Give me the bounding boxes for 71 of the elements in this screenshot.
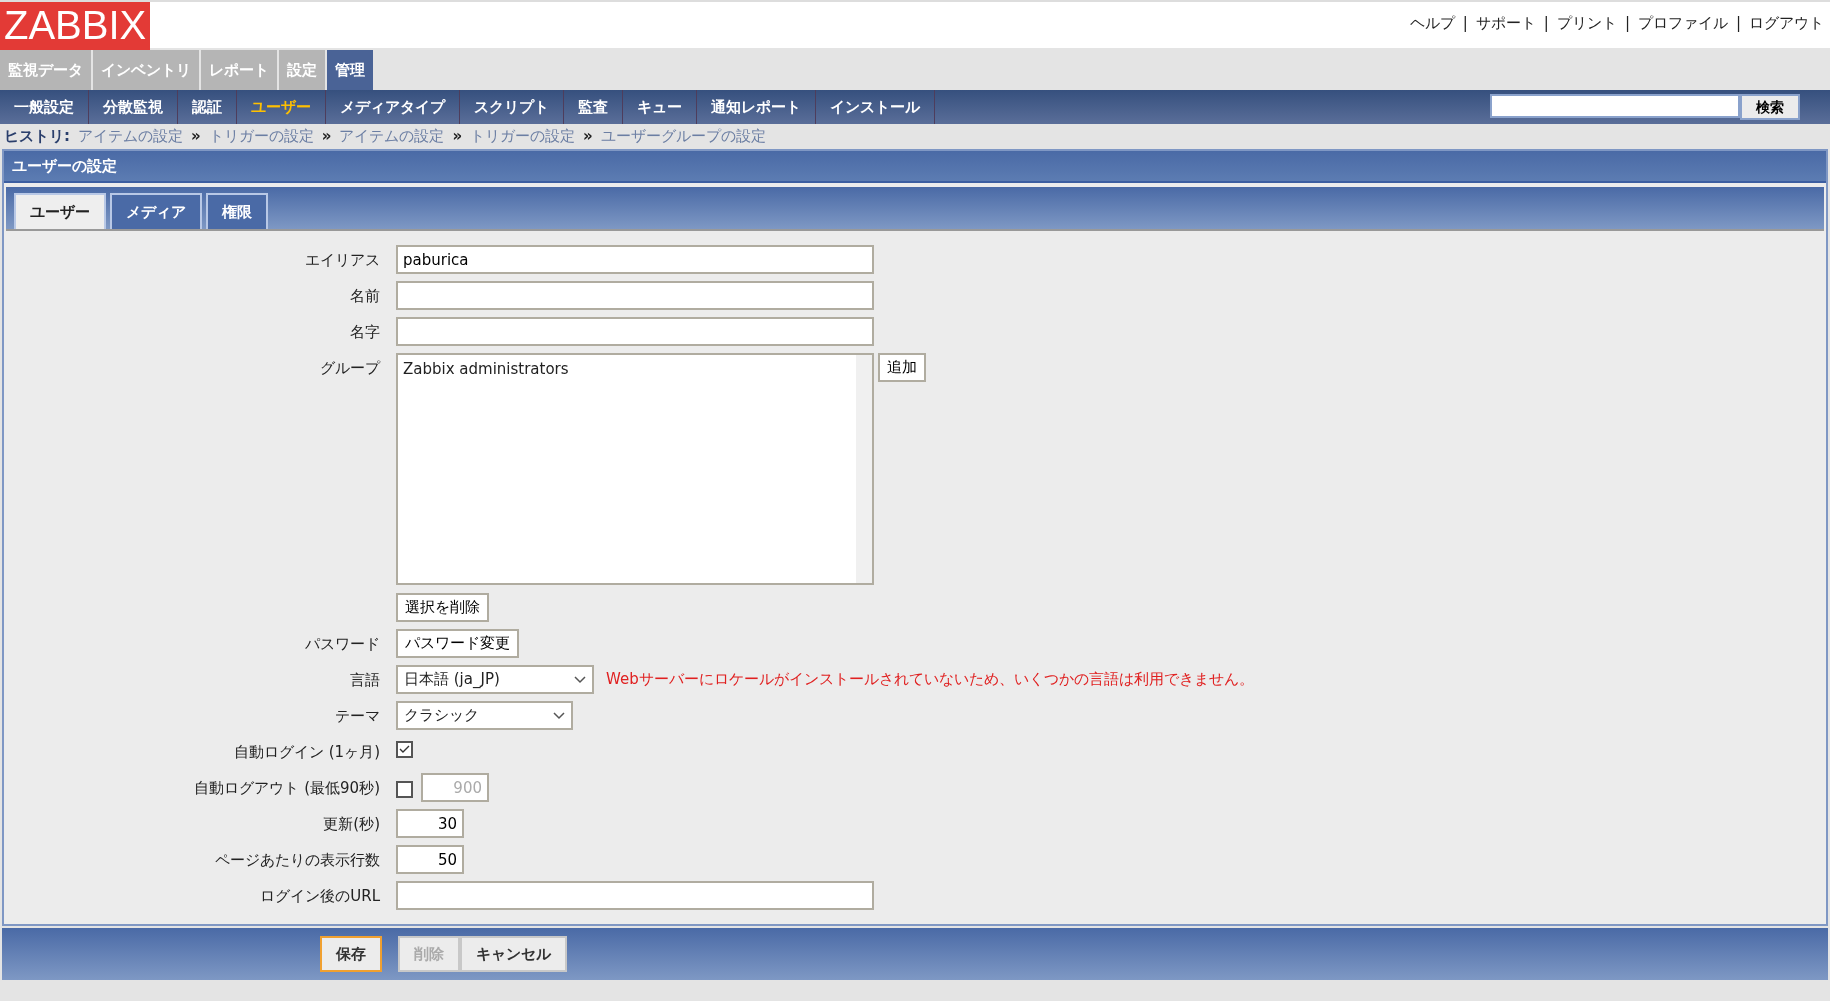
submenu-tab[interactable]: 認証	[178, 90, 237, 124]
submenu-tab[interactable]: 一般設定	[0, 90, 89, 124]
field-label: 自動ログアウト (最低90秒)	[193, 778, 381, 799]
field-label: グループ	[319, 358, 382, 379]
submenu-tab[interactable]: 監査	[564, 90, 623, 124]
separator: »	[321, 126, 332, 147]
separator: »	[452, 126, 463, 147]
field-label: 言語	[349, 670, 381, 691]
field-label: パスワード	[304, 634, 381, 655]
text-field[interactable]	[396, 881, 874, 910]
list-option[interactable]: Zabbix administrators	[403, 358, 569, 381]
check-icon	[399, 745, 410, 754]
menu-tab[interactable]: 管理	[327, 50, 373, 90]
submenu-tab[interactable]: 通知レポート	[697, 90, 816, 124]
scrollbar[interactable]	[856, 355, 872, 583]
group-listbox[interactable]: Zabbix administrators	[396, 353, 874, 585]
field-label: 自動ログイン (1ヶ月)	[233, 742, 381, 763]
header-link[interactable]: プロファイル	[1637, 12, 1728, 35]
history-link[interactable]: アイテムの設定	[339, 124, 445, 149]
footer-button[interactable]: キャンセル	[460, 936, 567, 972]
history-link[interactable]: アイテムの設定	[78, 124, 183, 149]
field-label: ログイン後のURL	[259, 886, 381, 907]
submenu-tab[interactable]: インストール	[816, 90, 935, 124]
separator: |	[1734, 13, 1742, 34]
number-field[interactable]: 50	[396, 845, 464, 874]
field-label: エイリアス	[304, 250, 381, 271]
separator: |	[1542, 13, 1550, 34]
text-field[interactable]: paburica	[396, 245, 874, 274]
header-link[interactable]: サポート	[1475, 12, 1536, 35]
submenu-tab[interactable]: スクリプト	[460, 90, 564, 124]
change-password-button[interactable]: パスワード変更	[396, 629, 519, 658]
field-label: 名字	[349, 322, 381, 343]
tab[interactable]: 権限	[206, 193, 268, 229]
history-link[interactable]: トリガーの設定	[208, 124, 314, 149]
tab[interactable]: ユーザー	[14, 193, 106, 229]
submenu-tab[interactable]: キュー	[623, 90, 697, 124]
search-button[interactable]: 検索	[1740, 94, 1800, 120]
text-field[interactable]	[396, 281, 874, 310]
history-link[interactable]: トリガーの設定	[470, 124, 576, 149]
separator: |	[1623, 13, 1631, 34]
dropdown[interactable]: クラシック	[396, 701, 573, 730]
header-link[interactable]: ログアウト	[1749, 12, 1824, 35]
separator: »	[583, 126, 593, 147]
history-label: ヒストリ:	[4, 126, 70, 147]
warning-message: Webサーバーにロケールがインストールされていないため、いくつかの言語は利用できません。	[606, 669, 1254, 691]
submenu-tab[interactable]: 分散監視	[89, 90, 178, 124]
field-label: 名前	[349, 286, 381, 307]
checkbox[interactable]	[396, 781, 413, 798]
section-title: ユーザーの設定	[4, 151, 1826, 183]
add-button[interactable]: 追加	[878, 353, 926, 382]
remove-selected-button[interactable]: 選択を削除	[396, 593, 489, 622]
search-field[interactable]	[1490, 94, 1740, 118]
separator: |	[1461, 13, 1469, 34]
header-link[interactable]: プリント	[1556, 12, 1617, 35]
field-label: テーマ	[334, 706, 381, 727]
separator: »	[191, 126, 201, 147]
checkbox[interactable]	[396, 741, 413, 758]
history-link[interactable]: ユーザーグループの設定	[600, 124, 766, 149]
submenu-tab[interactable]: メディアタイプ	[326, 90, 460, 124]
text-field[interactable]	[396, 317, 874, 346]
logo: ZABBIX	[0, 2, 151, 50]
tab[interactable]: メディア	[110, 193, 202, 229]
field-label: 更新(秒)	[322, 814, 381, 835]
submenu-tab[interactable]: ユーザー	[237, 90, 326, 124]
number-field[interactable]: 30	[396, 809, 464, 838]
dropdown[interactable]: 日本語 (ja_JP)	[396, 665, 594, 694]
header-link[interactable]: ヘルプ	[1409, 12, 1455, 35]
footer-button[interactable]: 保存	[320, 936, 382, 972]
caret-icon	[574, 675, 586, 684]
caret-icon	[553, 711, 565, 720]
field-label: ページあたりの表示行数	[214, 850, 381, 871]
